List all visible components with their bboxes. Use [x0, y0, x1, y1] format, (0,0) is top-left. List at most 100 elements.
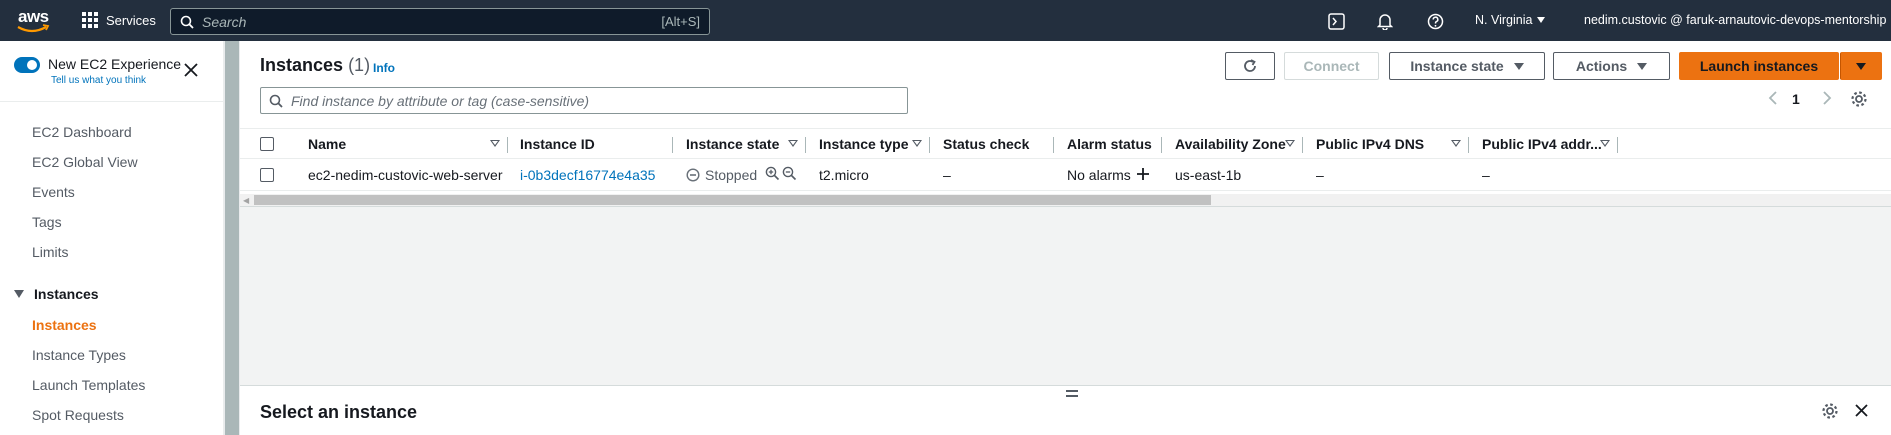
- column-public-ipv4-dns[interactable]: Public IPv4 DNS: [1316, 136, 1424, 152]
- close-icon[interactable]: [183, 62, 199, 83]
- main-content: Instances (1) Info Connect Instance stat…: [240, 41, 1891, 435]
- sort-icon[interactable]: [490, 140, 500, 147]
- cell-alarm-status: No alarms: [1067, 167, 1131, 183]
- new-experience-toggle-row: New EC2 Experience Tell us what you thin…: [14, 56, 181, 86]
- sidebar-section-instances[interactable]: Instances: [14, 286, 99, 302]
- sidebar-scrollbar[interactable]: [224, 41, 240, 435]
- chevron-down-icon: [1537, 17, 1546, 23]
- aws-smile-icon: [17, 24, 50, 33]
- column-divider[interactable]: [929, 137, 930, 153]
- column-alarm-status[interactable]: Alarm status: [1067, 136, 1152, 152]
- chevron-right-icon[interactable]: [1822, 90, 1832, 106]
- page-number[interactable]: 1: [1792, 91, 1800, 107]
- column-divider[interactable]: [507, 137, 508, 153]
- table-row[interactable]: ec2-nedim-custovic-web-server i-0b3decf1…: [240, 159, 1891, 191]
- refresh-button[interactable]: [1225, 52, 1275, 80]
- details-panel: Select an instance: [240, 385, 1891, 435]
- connect-button[interactable]: Connect: [1284, 52, 1379, 80]
- sidebar-divider: [0, 101, 224, 102]
- search-icon: [180, 15, 194, 29]
- column-divider[interactable]: [1617, 137, 1618, 153]
- column-status-check[interactable]: Status check: [943, 136, 1029, 152]
- gear-icon[interactable]: [1821, 402, 1839, 425]
- add-alarm-icon[interactable]: [1135, 166, 1151, 185]
- global-search[interactable]: [Alt+S]: [170, 8, 710, 35]
- region-label: N. Virginia: [1475, 13, 1533, 27]
- sidebar-item-ec2-global-view[interactable]: EC2 Global View: [32, 154, 138, 170]
- launch-instances-button[interactable]: Launch instances: [1679, 52, 1839, 80]
- column-divider[interactable]: [1161, 137, 1162, 153]
- table-empty-area: [240, 206, 1891, 385]
- sidebar-item-instance-types[interactable]: Instance Types: [32, 347, 126, 363]
- cloudshell-icon[interactable]: [1326, 11, 1346, 31]
- caret-down-icon: [1637, 62, 1648, 70]
- column-instance-id[interactable]: Instance ID: [520, 136, 595, 152]
- launch-instances-dropdown[interactable]: [1840, 52, 1882, 80]
- column-divider[interactable]: [1053, 137, 1054, 153]
- column-instance-type[interactable]: Instance type: [819, 136, 908, 152]
- sort-icon[interactable]: [788, 140, 798, 147]
- close-icon[interactable]: [1854, 403, 1869, 423]
- filter-input[interactable]: [291, 92, 899, 109]
- sidebar-item-events[interactable]: Events: [32, 184, 75, 200]
- sidebar: New EC2 Experience Tell us what you thin…: [0, 41, 224, 435]
- search-input[interactable]: [202, 13, 662, 30]
- instance-state-text: Stopped: [705, 167, 758, 183]
- page-title-text: Instances: [260, 55, 344, 75]
- chevron-left-icon[interactable]: [1768, 90, 1778, 106]
- resize-handle[interactable]: [1066, 390, 1078, 400]
- feedback-link[interactable]: Tell us what you think: [51, 75, 181, 86]
- zoom-out-icon[interactable]: [782, 166, 797, 184]
- sidebar-item-ec2-dashboard[interactable]: EC2 Dashboard: [32, 124, 132, 140]
- sort-icon[interactable]: [1600, 140, 1610, 147]
- sidebar-item-tags[interactable]: Tags: [32, 214, 62, 230]
- scrollbar-thumb[interactable]: [225, 41, 239, 435]
- gear-icon[interactable]: [1850, 90, 1868, 108]
- sort-icon[interactable]: [1451, 140, 1461, 147]
- help-icon[interactable]: [1425, 11, 1445, 31]
- services-label: Services: [106, 12, 156, 28]
- column-public-ipv4-address[interactable]: Public IPv4 addr...: [1482, 136, 1602, 152]
- sort-icon[interactable]: [1285, 140, 1295, 147]
- cell-instance-type: t2.micro: [819, 167, 869, 183]
- caret-down-icon: [14, 290, 24, 298]
- column-availability-zone[interactable]: Availability Zone: [1175, 136, 1286, 152]
- instance-count: (1): [348, 55, 371, 75]
- actions-dropdown[interactable]: Actions: [1553, 52, 1670, 80]
- page-title: Instances (1): [260, 55, 370, 76]
- bell-icon[interactable]: [1375, 11, 1395, 31]
- scrollbar-thumb[interactable]: [254, 195, 1211, 205]
- column-divider[interactable]: [805, 137, 806, 153]
- column-name[interactable]: Name: [308, 136, 346, 152]
- select-all-checkbox[interactable]: [260, 137, 274, 151]
- services-menu-button[interactable]: Services: [82, 12, 156, 28]
- column-divider[interactable]: [1468, 137, 1469, 153]
- top-navigation: aws Services [Alt+S] N. Virginia nedim.c…: [0, 0, 1891, 41]
- account-menu[interactable]: nedim.custovic @ faruk-arnautovic-devops…: [1584, 13, 1886, 27]
- sidebar-item-launch-templates[interactable]: Launch Templates: [32, 377, 145, 393]
- search-icon: [269, 94, 283, 108]
- grid-icon: [82, 12, 98, 28]
- cell-name: ec2-nedim-custovic-web-server: [308, 167, 503, 183]
- sort-icon[interactable]: [912, 140, 922, 147]
- table-horizontal-scrollbar[interactable]: ◀: [240, 194, 1891, 206]
- row-checkbox[interactable]: [260, 168, 274, 182]
- instance-state-dropdown[interactable]: Instance state: [1389, 52, 1545, 80]
- aws-logo[interactable]: aws: [16, 7, 52, 35]
- sidebar-item-instances[interactable]: Instances: [32, 317, 97, 333]
- refresh-icon: [1244, 59, 1256, 72]
- new-experience-toggle[interactable]: [14, 57, 40, 73]
- cell-instance-state: Stopped: [686, 167, 757, 183]
- sidebar-item-spot-requests[interactable]: Spot Requests: [32, 407, 124, 423]
- region-selector[interactable]: N. Virginia: [1475, 13, 1546, 27]
- table-header: Name Instance ID Instance state Instance…: [240, 128, 1891, 159]
- column-divider[interactable]: [672, 137, 673, 153]
- column-divider[interactable]: [1302, 137, 1303, 153]
- scroll-left-arrow-icon[interactable]: ◀: [243, 196, 249, 205]
- zoom-in-icon[interactable]: [765, 166, 780, 184]
- sidebar-item-limits[interactable]: Limits: [32, 244, 69, 260]
- info-link[interactable]: Info: [373, 61, 395, 75]
- instance-filter[interactable]: [260, 87, 908, 114]
- column-instance-state[interactable]: Instance state: [686, 136, 779, 152]
- cell-instance-id-link[interactable]: i-0b3decf16774e4a35: [520, 167, 655, 183]
